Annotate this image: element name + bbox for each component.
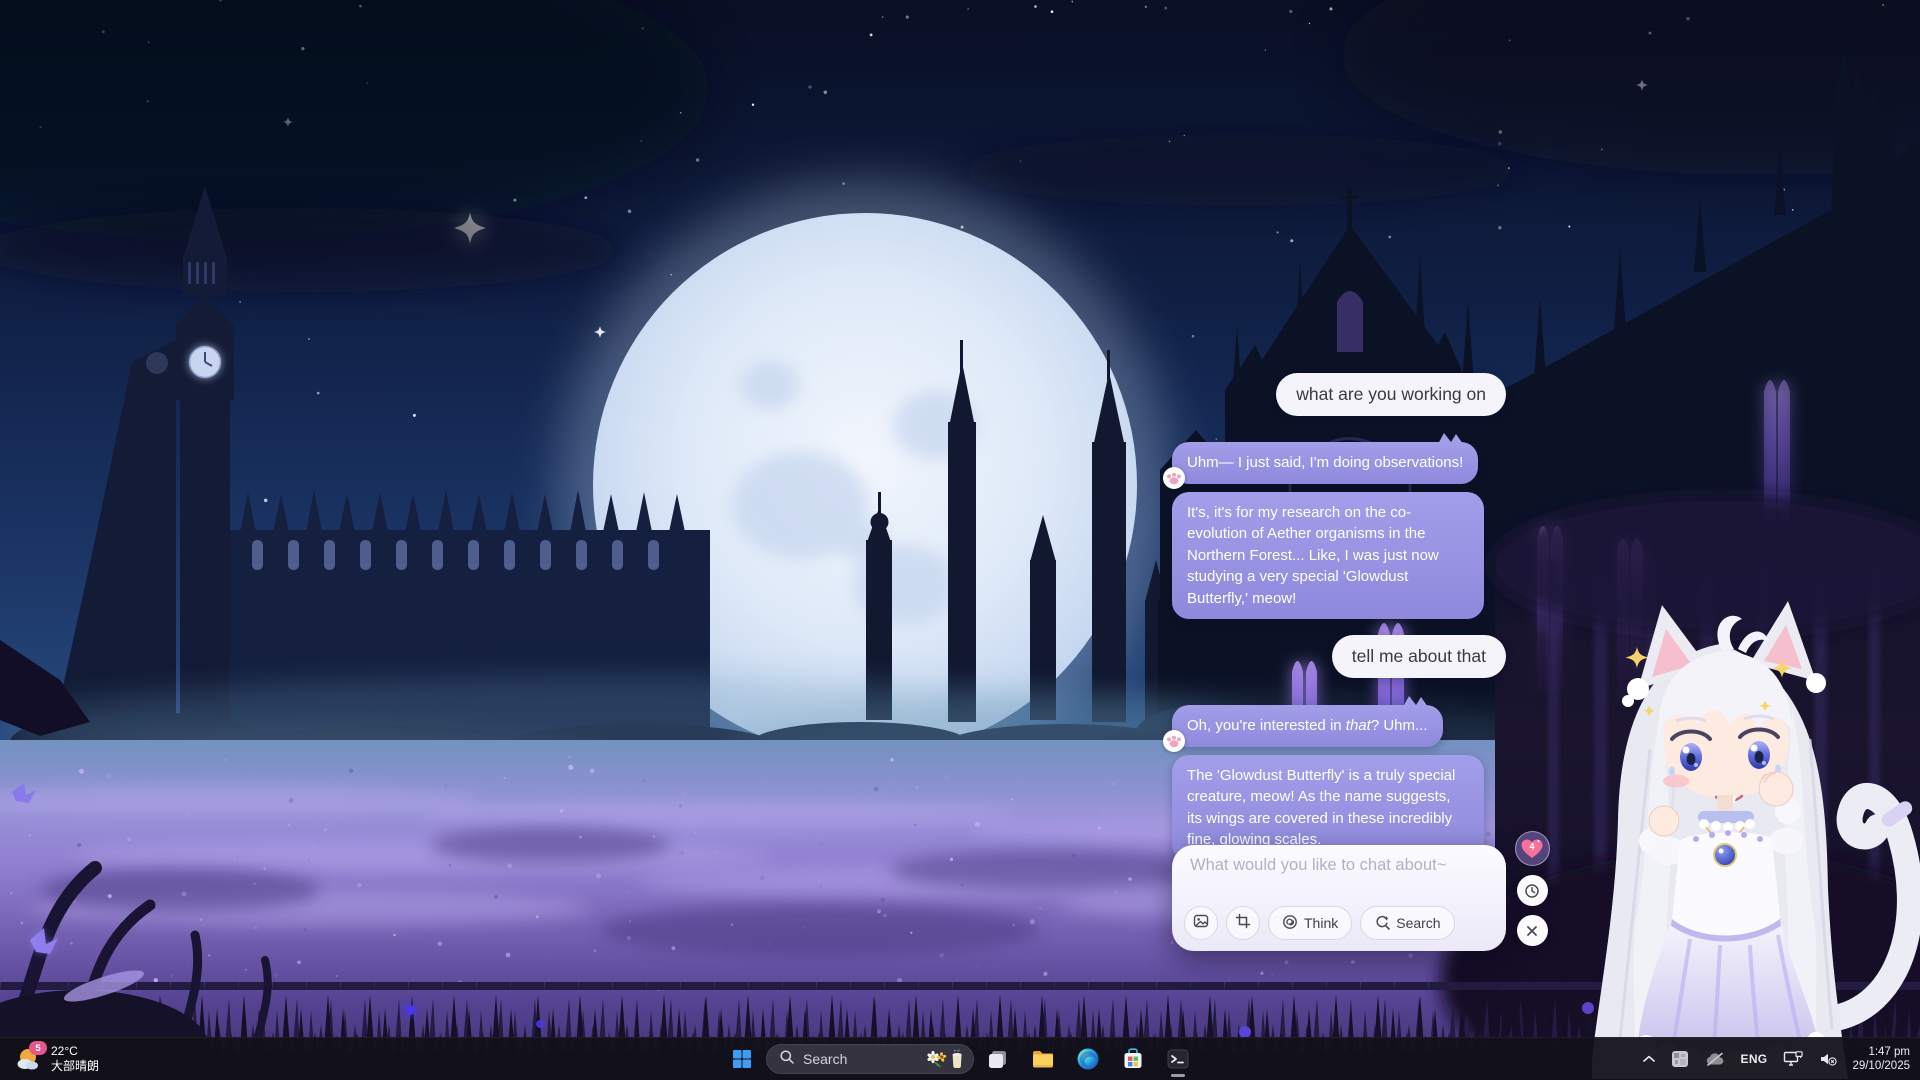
notification-badge: 5	[29, 1041, 47, 1055]
history-button[interactable]	[1517, 875, 1548, 906]
chat-bubble-ai: It's, it's for my research on the co-evo…	[1172, 492, 1484, 620]
language-indicator[interactable]: ENG	[1736, 1042, 1773, 1076]
cat-tail	[1830, 796, 1915, 1019]
tray-time: 1:47 pm	[1852, 1045, 1910, 1059]
chat-bubble-ai: Oh, you're interested in that? Uhm...	[1172, 705, 1443, 747]
chat-bubble-text: It's, it's for my research on the co-evo…	[1187, 504, 1439, 607]
search-placeholder: Search	[803, 1051, 847, 1067]
onedrive-status-button[interactable]	[1700, 1042, 1730, 1076]
close-icon	[1524, 923, 1540, 939]
weather-icon: 5	[14, 1044, 44, 1074]
weather-condition: 大部晴朗	[51, 1059, 99, 1074]
paw-print-icon	[1163, 467, 1185, 489]
task-view-button[interactable]	[977, 1040, 1019, 1078]
network-icon	[1783, 1051, 1803, 1067]
chat-composer: Think Search	[1172, 845, 1506, 951]
taskbar-search-box[interactable]: Search	[766, 1044, 974, 1074]
start-button[interactable]	[721, 1040, 763, 1078]
chat-bubble-user: what are you working on	[1276, 373, 1506, 416]
search-sparkle-icon	[1374, 914, 1390, 933]
search-toggle-button[interactable]: Search	[1360, 906, 1454, 940]
chat-bubble-text: Oh, you're interested in that? Uhm...	[1187, 717, 1428, 734]
chevron-up-icon	[1643, 1055, 1655, 1063]
file-explorer-button[interactable]	[1022, 1040, 1064, 1078]
tray-date: 29/10/2025	[1852, 1059, 1910, 1073]
tray-overflow-button[interactable]	[1638, 1042, 1660, 1076]
system-tray: ENG 1:47 pm 29/10/2025	[1638, 1038, 1914, 1080]
heart-icon: 4	[1520, 838, 1544, 860]
flowers-icon	[926, 1048, 948, 1070]
search-label: Search	[1396, 915, 1440, 931]
terminal-button[interactable]	[1157, 1040, 1199, 1078]
microsoft-store-button[interactable]	[1112, 1040, 1154, 1078]
edge-browser-button[interactable]	[1067, 1040, 1109, 1078]
edge-icon	[1076, 1047, 1100, 1071]
think-label: Think	[1304, 915, 1338, 931]
cat-ear-decoration	[1401, 696, 1431, 707]
taskbar: 5 22°C 大部晴朗 Search	[0, 1037, 1920, 1080]
teacup-icon	[949, 1049, 967, 1069]
clock-icon	[1524, 883, 1540, 899]
chat-bubble-ai: Uhm— I just said, I'm doing observations…	[1172, 442, 1478, 484]
image-upload-button[interactable]	[1184, 906, 1218, 940]
chat-bubble-text: The 'Glowdust Butterfly' is a truly spec…	[1187, 767, 1455, 849]
volume-button[interactable]	[1814, 1042, 1842, 1076]
search-icon	[779, 1049, 795, 1070]
weather-widget[interactable]: 5 22°C 大部晴朗	[8, 1038, 105, 1080]
chat-input[interactable]	[1188, 854, 1492, 903]
running-app-indicator	[1171, 1074, 1185, 1077]
paw-print-icon	[1163, 730, 1185, 752]
chat-bubble-user: tell me about that	[1332, 635, 1506, 678]
tray-app-button[interactable]	[1666, 1042, 1694, 1076]
volume-muted-icon	[1819, 1052, 1837, 1066]
cat-ear-decoration	[1436, 433, 1466, 444]
tray-app-icon	[1671, 1050, 1689, 1068]
store-icon	[1121, 1047, 1145, 1071]
affection-count: 4	[1529, 841, 1534, 851]
companion-side-buttons: 4	[1514, 831, 1550, 946]
chat-bubble-text: Uhm— I just said, I'm doing observations…	[1187, 454, 1463, 471]
file-explorer-icon	[1031, 1048, 1055, 1070]
companion-character[interactable]	[1580, 588, 1920, 1080]
chat-message-list: what are you working on Uhm— I just said…	[1172, 373, 1506, 861]
clock-date-button[interactable]: 1:47 pm 29/10/2025	[1848, 1045, 1914, 1073]
affection-button[interactable]: 4	[1515, 831, 1550, 866]
screenshot-crop-button[interactable]	[1226, 906, 1260, 940]
close-chat-button[interactable]	[1517, 915, 1548, 946]
onedrive-offline-icon	[1705, 1052, 1725, 1066]
crop-icon	[1235, 913, 1251, 934]
composer-toolbar: Think Search	[1184, 906, 1455, 940]
think-toggle-button[interactable]: Think	[1268, 906, 1352, 940]
think-icon	[1282, 914, 1298, 933]
search-daily-art	[926, 1048, 967, 1070]
terminal-icon	[1166, 1047, 1190, 1071]
taskview-icon	[987, 1048, 1009, 1070]
image-icon	[1193, 913, 1209, 934]
weather-temperature: 22°C	[51, 1044, 99, 1059]
taskbar-center: Search	[721, 1038, 1199, 1080]
windows-start-icon	[732, 1049, 752, 1069]
network-button[interactable]	[1778, 1042, 1808, 1076]
